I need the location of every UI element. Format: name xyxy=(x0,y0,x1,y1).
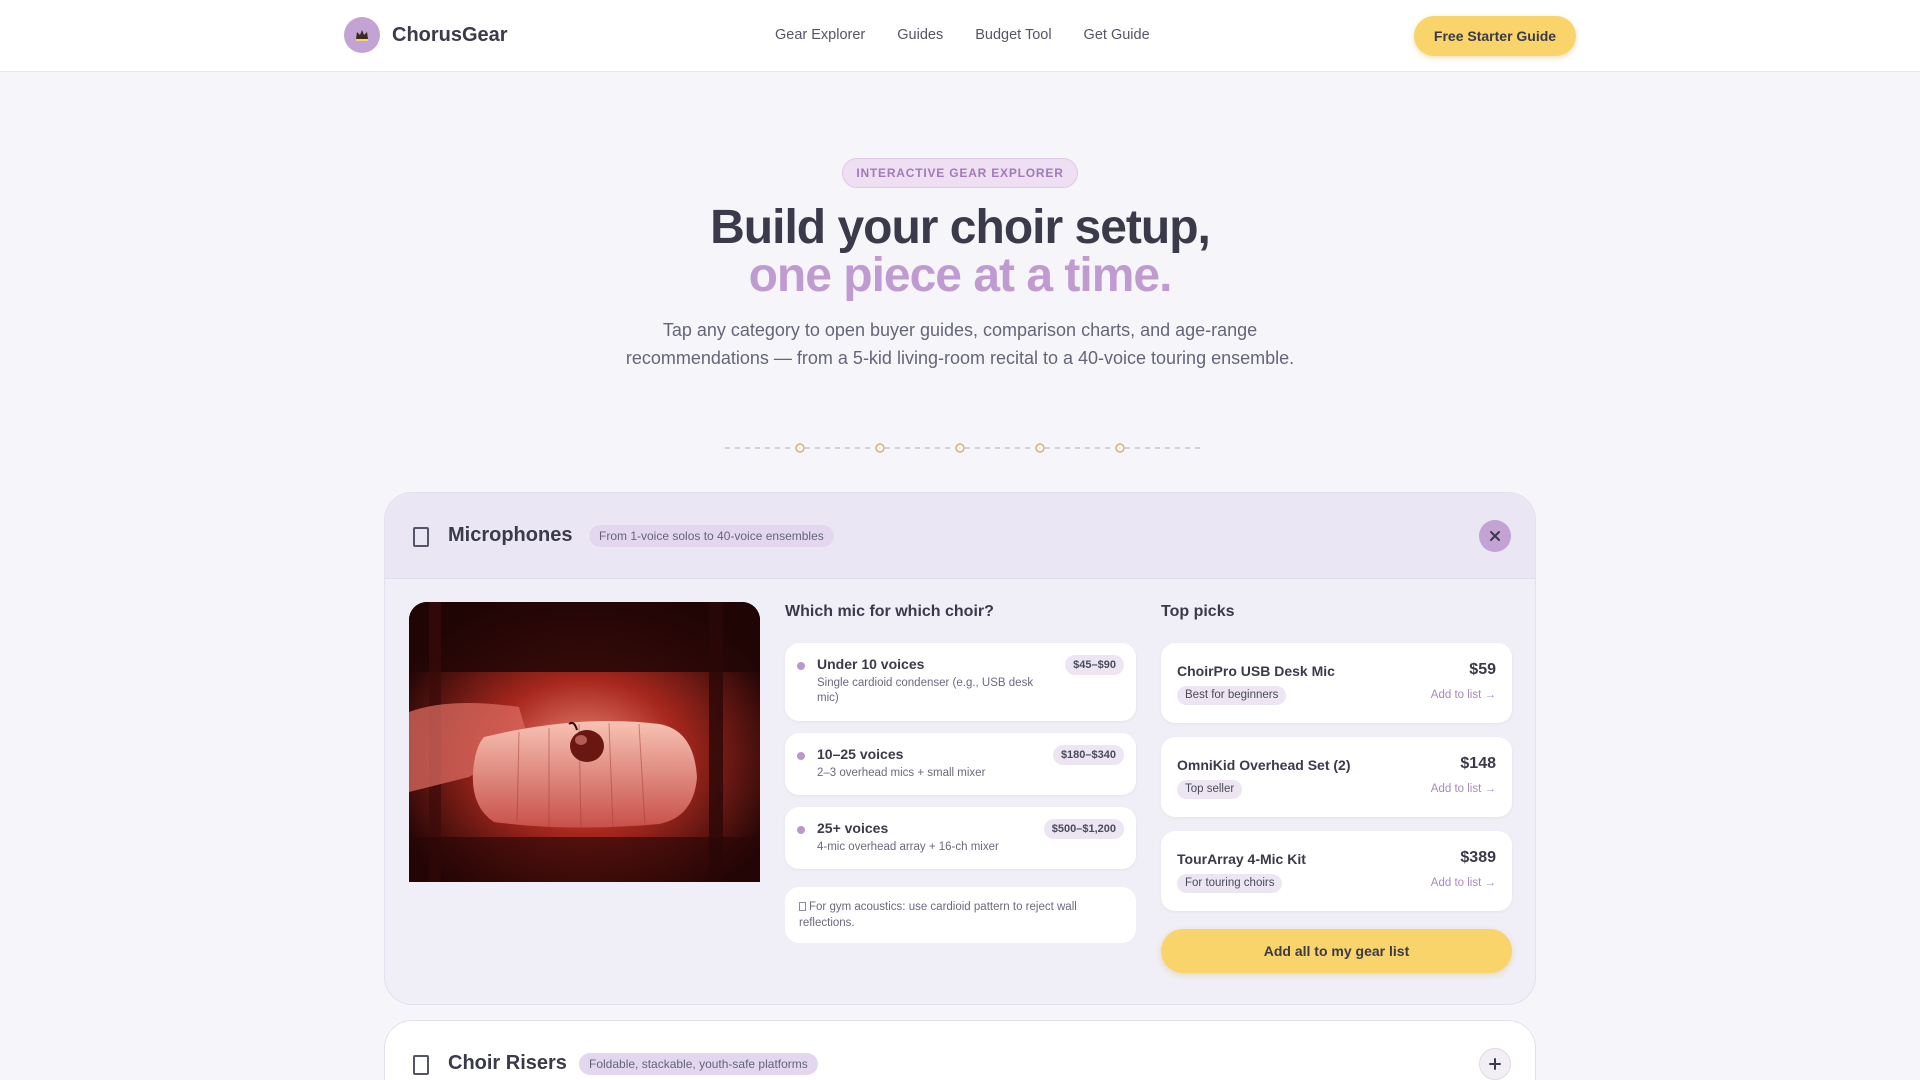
hero-subtitle: Tap any category to open buyer guides, c… xyxy=(625,320,1295,368)
pick-name: TourArray 4-Mic Kit xyxy=(1177,851,1306,867)
bullet-dot xyxy=(797,752,805,760)
pick-card: TourArray 4-Mic Kit $389 For touring cho… xyxy=(1161,831,1512,911)
category-header-microphones[interactable]: Microphones From 1-voice solos to 40-voi… xyxy=(385,493,1535,579)
top-picks-title: Top picks xyxy=(1161,603,1235,620)
decorative-dot-divider xyxy=(725,443,1200,453)
crown-icon xyxy=(344,17,380,53)
guide-title: Which mic for which choir? xyxy=(785,603,994,620)
tier-title: 25+ voices xyxy=(817,820,889,836)
tier-description: Single cardioid condenser (e.g., USB des… xyxy=(817,677,1034,704)
nav-link-gear-explorer[interactable]: Gear Explorer xyxy=(775,27,865,43)
close-icon xyxy=(1490,531,1500,541)
add-to-list-link[interactable]: Add to list → xyxy=(1431,783,1496,795)
tier-description: 2–3 overhead mics + small mixer xyxy=(817,767,986,779)
tier-description: 4-mic overhead array + 16-ch mixer xyxy=(817,841,999,853)
hero-title-line1: Build your choir setup, xyxy=(710,201,1211,254)
pick-card: OmniKid Overhead Set (2) $148 Top seller… xyxy=(1161,737,1512,817)
nav-link-get-guide[interactable]: Get Guide xyxy=(1084,27,1150,43)
pick-price: $389 xyxy=(1460,849,1496,866)
pick-badge: Best for beginners xyxy=(1177,686,1287,705)
category-card-microphones: Microphones From 1-voice solos to 40-voi… xyxy=(384,492,1536,1005)
hero-title-line2: one piece at a time. xyxy=(748,249,1173,302)
tier-title: 10–25 voices xyxy=(817,746,904,762)
pick-badge: For touring choirs xyxy=(1177,874,1283,893)
category-card-choir-risers[interactable]: Choir Risers Foldable, stackable, youth-… xyxy=(384,1020,1536,1080)
category-title: Microphones xyxy=(448,524,573,546)
category-tag: From 1-voice solos to 40-voice ensembles xyxy=(589,525,834,547)
nav-link-guides[interactable]: Guides xyxy=(897,27,943,43)
info-icon xyxy=(799,902,806,911)
pick-price: $148 xyxy=(1460,755,1496,772)
bullet-dot xyxy=(797,662,805,670)
pick-badge: Top seller xyxy=(1177,780,1243,799)
pick-card: ChoirPro USB Desk Mic $59 Best for begin… xyxy=(1161,643,1512,723)
tier-price: $500–$1,200 xyxy=(1043,819,1124,839)
tier-under-10-voices[interactable]: Under 10 voices Single cardioid condense… xyxy=(785,643,1136,721)
plus-icon xyxy=(1489,1058,1501,1070)
tier-price: $180–$340 xyxy=(1052,745,1124,765)
tip-text: For gym acoustics: use cardioid pattern … xyxy=(799,901,1077,929)
category-title: Choir Risers xyxy=(448,1052,567,1074)
tier-25-plus-voices[interactable]: 25+ voices 4-mic overhead array + 16-ch … xyxy=(785,807,1136,869)
brand[interactable]: ChorusGear xyxy=(344,17,508,53)
document-icon xyxy=(413,1055,429,1075)
nav-link-budget-tool[interactable]: Budget Tool xyxy=(975,27,1051,43)
add-to-list-link[interactable]: Add to list → xyxy=(1431,877,1496,889)
microphone-photo xyxy=(409,602,760,882)
tier-10-25-voices[interactable]: 10–25 voices 2–3 overhead mics + small m… xyxy=(785,733,1136,795)
pick-name: ChoirPro USB Desk Mic xyxy=(1177,663,1335,679)
add-all-to-gear-list-button[interactable]: Add all to my gear list xyxy=(1161,929,1512,973)
tier-title: Under 10 voices xyxy=(817,656,925,672)
top-nav: ChorusGear Gear Explorer Guides Budget T… xyxy=(0,0,1920,72)
document-icon xyxy=(413,527,429,547)
pick-price: $59 xyxy=(1469,661,1496,678)
bullet-dot xyxy=(797,826,805,834)
free-starter-guide-button[interactable]: Free Starter Guide xyxy=(1414,16,1576,56)
brand-name: ChorusGear xyxy=(392,23,508,46)
pick-name: OmniKid Overhead Set (2) xyxy=(1177,757,1351,773)
expand-category-button[interactable] xyxy=(1479,1048,1511,1080)
acoustics-tip: For gym acoustics: use cardioid pattern … xyxy=(785,887,1136,943)
hero-pill: INTERACTIVE GEAR EXPLORER xyxy=(842,158,1078,188)
tier-price: $45–$90 xyxy=(1065,655,1124,675)
add-to-list-link[interactable]: Add to list → xyxy=(1431,689,1496,701)
close-category-button[interactable] xyxy=(1479,520,1511,552)
category-tag: Foldable, stackable, youth-safe platform… xyxy=(579,1053,818,1075)
nav-links: Gear Explorer Guides Budget Tool Get Gui… xyxy=(775,27,1150,43)
